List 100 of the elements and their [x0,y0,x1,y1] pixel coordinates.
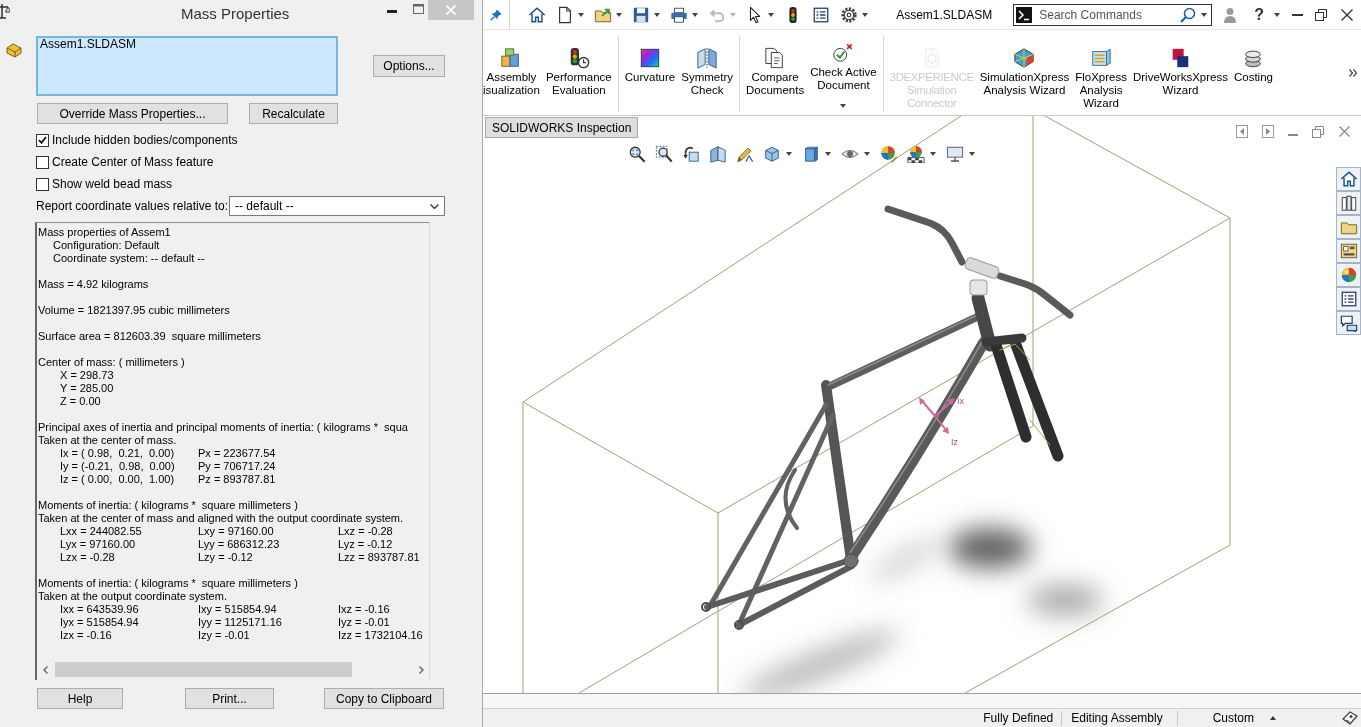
list-item[interactable]: Assem1.SLDASM [40,38,137,51]
caret-icon[interactable] [1274,12,1280,17]
chevron-down-icon [430,203,439,209]
task-pane-tab[interactable] [1336,311,1361,335]
caret-icon[interactable] [692,12,698,17]
result-value: Iyx = 515854.94 [60,616,139,629]
result-value: Izx = -0.16 [60,629,112,642]
home-icon[interactable] [528,5,546,24]
help-button[interactable]: Help [37,688,123,709]
color-ball-icon[interactable] [880,145,898,163]
caret-up-icon[interactable] [1270,716,1276,720]
checkbox-label: Include hidden bodies/components [52,133,238,147]
cube-icon[interactable] [763,145,781,163]
assembly-visualization-button[interactable]: Assembly isualization [483,30,543,115]
minimize-icon[interactable] [1292,13,1303,16]
task-pane-tab[interactable] [1336,167,1361,191]
double-chevron-icon[interactable] [1349,68,1357,77]
result-value: Ixy = 515854.94 [198,603,277,616]
caret-icon[interactable] [1201,12,1208,17]
result-line: Volume = 1821397.95 cubic millimeters [38,304,230,317]
task-pane-tab[interactable] [1336,239,1361,263]
caret-icon[interactable] [578,12,584,17]
printer-icon[interactable] [670,5,688,24]
document-title: Assem1.SLDASM [896,7,993,22]
result-value: Py = 706717.24 [198,460,276,473]
layout-board-icon [1339,242,1358,260]
field-label: Report coordinate values relative to: [36,199,229,213]
pin-icon[interactable] [490,8,502,21]
curvature-button[interactable]: Curvature [621,30,679,115]
result-value: Iz = ( 0.00, 0.00, 1.00) [60,473,175,486]
caret-icon[interactable] [864,152,870,156]
caret-icon[interactable] [654,12,660,17]
scroll-left-icon[interactable] [43,665,48,674]
costing-button[interactable]: Costing [1230,30,1276,115]
recalculate-button[interactable]: Recalculate [249,103,338,124]
options-button[interactable]: Options... [373,55,445,77]
arrow-right-icon[interactable] [1262,125,1274,138]
scroll-right-icon[interactable] [419,665,424,674]
save-icon[interactable] [632,5,650,24]
copy-button[interactable]: Copy to Clipboard [324,688,444,709]
arrow-left-icon[interactable] [1236,125,1248,138]
zoom-fit-icon[interactable] [628,145,646,163]
simulationxpress-button[interactable]: SimulationXpress Analysis Wizard [976,30,1073,115]
tag-icon[interactable] [1342,710,1358,726]
caret-icon[interactable] [825,152,831,156]
user-icon[interactable] [1223,6,1238,23]
checkbox[interactable] [36,177,49,191]
checkbox[interactable] [36,133,49,147]
curved-arrow-icon[interactable] [682,145,700,163]
check-active-document-button[interactable]: Check Active Document [807,30,880,115]
gear-icon[interactable] [840,5,858,24]
close-icon[interactable] [1341,8,1353,21]
caret-icon[interactable] [768,12,774,17]
result-line: Coordinate system: -- default -- [53,252,205,265]
help-button[interactable]: ? [1254,5,1264,24]
section-planes-icon[interactable] [709,145,727,163]
compare-documents-button[interactable]: Compare Documents [743,30,808,115]
pencil-icon[interactable] [736,145,754,163]
caret-icon[interactable] [840,104,847,108]
selection-list[interactable]: Assem1.SLDASM [36,36,338,96]
search-field[interactable]: Search Commands [1039,6,1181,23]
driveworksxpress-button[interactable]: DriveWorksXpress Wizard [1129,30,1231,115]
print-button[interactable]: Print... [185,688,274,709]
caret-icon[interactable] [969,152,975,156]
caret-icon[interactable] [616,12,622,17]
caret-icon[interactable] [930,152,936,156]
scene-ball-icon[interactable] [907,145,925,163]
zoom-area-icon[interactable] [655,145,673,163]
override-button[interactable]: Override Mass Properties... [37,103,228,124]
tab[interactable]: SOLIDWORKS Inspection [485,117,639,138]
performance-evaluation-button[interactable]: Performance Evaluation [542,30,615,115]
result-value: X = 298.73 [60,369,114,382]
checkbox[interactable] [36,155,49,169]
result-line: Taken at the output coordinate system. [38,590,227,603]
floxpress-button[interactable]: FloXpress Analysis Wizard [1072,30,1130,115]
task-pane-tab[interactable] [1336,191,1361,215]
caret-icon[interactable] [786,152,792,156]
result-value: Lzz = 893787.81 [338,551,420,564]
result-value: Y = 285.00 [60,382,114,395]
units-dropdown[interactable]: Custom [1177,709,1290,727]
result-value: Iyz = -0.01 [338,616,390,629]
result-value: Iy = (-0.21, 0.98, 0.00) [60,460,175,473]
coordinate-dropdown[interactable]: -- default -- [229,196,445,216]
task-pane-tab[interactable] [1336,287,1361,311]
result-value: Lyy = 686312.23 [198,538,280,551]
search-icon[interactable] [1180,6,1197,23]
scrollbar-thumb[interactable] [55,662,352,677]
list-icon[interactable] [812,5,830,24]
symmetry-check-button[interactable]: Symmetry Check [678,30,736,115]
document-icon[interactable] [556,5,574,24]
search-bar[interactable]: Search Commands [1013,3,1213,26]
result-value: Ixx = 643539.96 [60,603,139,616]
result-value: Lxy = 97160.00 [198,525,274,538]
result-value: Pz = 893787.81 [198,473,276,486]
shaded-box-icon[interactable] [802,145,820,163]
restore-icon[interactable] [1315,8,1327,21]
maximize-icon[interactable] [413,4,424,14]
monitor-icon[interactable] [946,145,964,163]
caret-icon[interactable] [862,12,868,17]
result-line: Mass properties of Assem1 [38,226,171,239]
